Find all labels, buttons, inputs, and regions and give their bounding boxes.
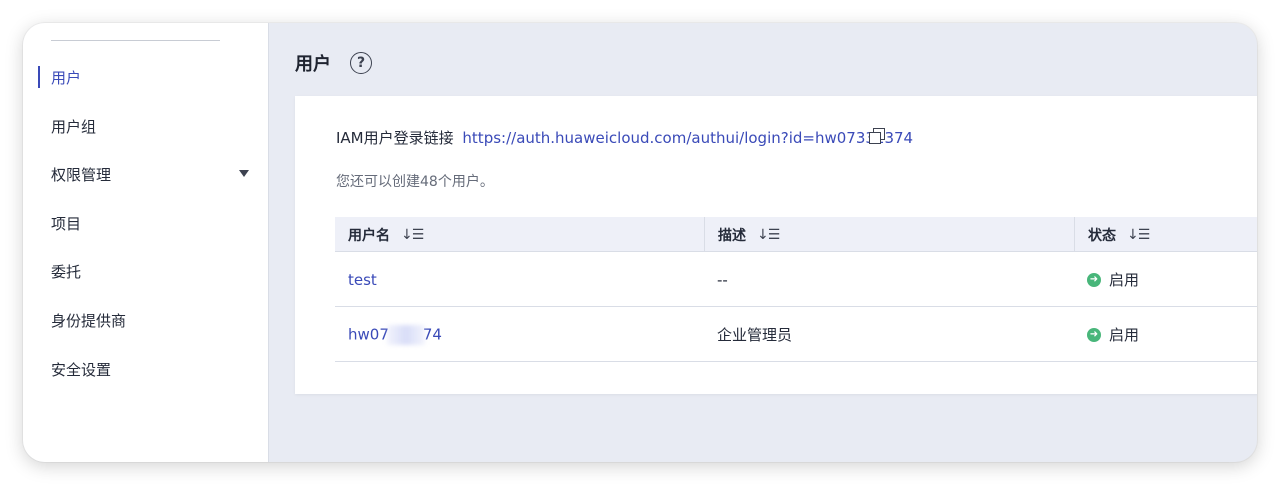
login-url-link[interactable]: https://auth.huaweicloud.com/authui/logi…	[462, 129, 913, 147]
sort-icon[interactable]: ↓☰	[757, 227, 780, 243]
app-window: 用户 用户组 权限管理 项目 委托 身份提供商 安全设置 用户 ? IAM用户登…	[23, 23, 1257, 462]
sidebar-divider	[51, 40, 220, 41]
cell-description: --	[717, 270, 728, 289]
sidebar-item-agencies[interactable]: 委托	[23, 251, 269, 291]
sidebar-item-projects[interactable]: 项目	[23, 203, 269, 243]
username-link[interactable]: hw07 74	[348, 324, 442, 345]
cell-description: 企业管理员	[717, 326, 793, 344]
table-header: 用户名 ↓☰ 描述 ↓☰ 状态 ↓☰	[335, 217, 1257, 252]
sidebar-item-security-settings[interactable]: 安全设置	[23, 349, 269, 389]
sidebar-item-label: 委托	[51, 262, 82, 281]
sidebar-item-identity-providers[interactable]: 身份提供商	[23, 300, 269, 340]
question-circle-icon[interactable]: ?	[350, 52, 372, 74]
table-row: test -- ➜ 启用	[335, 252, 1257, 307]
status-enabled-icon: ➜	[1087, 272, 1101, 287]
sidebar-item-label: 权限管理	[51, 165, 112, 184]
users-card: IAM用户登录链接 https://auth.huaweicloud.com/a…	[295, 96, 1257, 394]
sidebar-item-label: 用户组	[51, 117, 97, 136]
cell-username: test	[335, 252, 704, 307]
login-link-row: IAM用户登录链接 https://auth.huaweicloud.com/a…	[336, 127, 913, 148]
sort-icon[interactable]: ↓☰	[401, 227, 424, 243]
column-header-description: 描述 ↓☰	[704, 217, 1074, 252]
status-enabled-icon: ➜	[1087, 327, 1101, 342]
sidebar-item-label: 安全设置	[51, 360, 112, 379]
sidebar-item-users[interactable]: 用户	[23, 57, 269, 97]
table-row: hw07 74 企业管理员 ➜ 启用	[335, 307, 1257, 362]
sidebar-item-permissions[interactable]: 权限管理	[23, 154, 269, 194]
sidebar: 用户 用户组 权限管理 项目 委托 身份提供商 安全设置	[23, 23, 269, 462]
users-table: 用户名 ↓☰ 描述 ↓☰ 状态 ↓☰ test -- ➜ 启用 hw07 74 …	[335, 217, 1257, 362]
sidebar-item-label: 项目	[51, 214, 82, 233]
sidebar-item-label: 用户	[51, 68, 82, 87]
user-quota-text: 您还可以创建48个用户。	[336, 174, 494, 190]
username-link[interactable]: test	[348, 271, 377, 289]
redaction-blur	[386, 324, 425, 345]
column-header-status: 状态 ↓☰	[1074, 217, 1257, 252]
cell-status: ➜ 启用	[1074, 252, 1257, 307]
cell-username: hw07 74	[335, 307, 704, 362]
login-link-label: IAM用户登录链接	[336, 129, 454, 147]
copy-icon[interactable]	[869, 128, 885, 144]
status-text: 启用	[1109, 326, 1140, 344]
sidebar-item-label: 身份提供商	[51, 311, 127, 330]
status-text: 启用	[1109, 271, 1140, 289]
cell-status: ➜ 启用	[1074, 307, 1257, 362]
sort-icon[interactable]: ↓☰	[1127, 227, 1150, 243]
caret-down-icon[interactable]	[239, 170, 249, 177]
column-header-username: 用户名 ↓☰	[348, 226, 424, 244]
page-title: 用户	[295, 54, 331, 75]
sidebar-item-user-groups[interactable]: 用户组	[23, 106, 269, 146]
